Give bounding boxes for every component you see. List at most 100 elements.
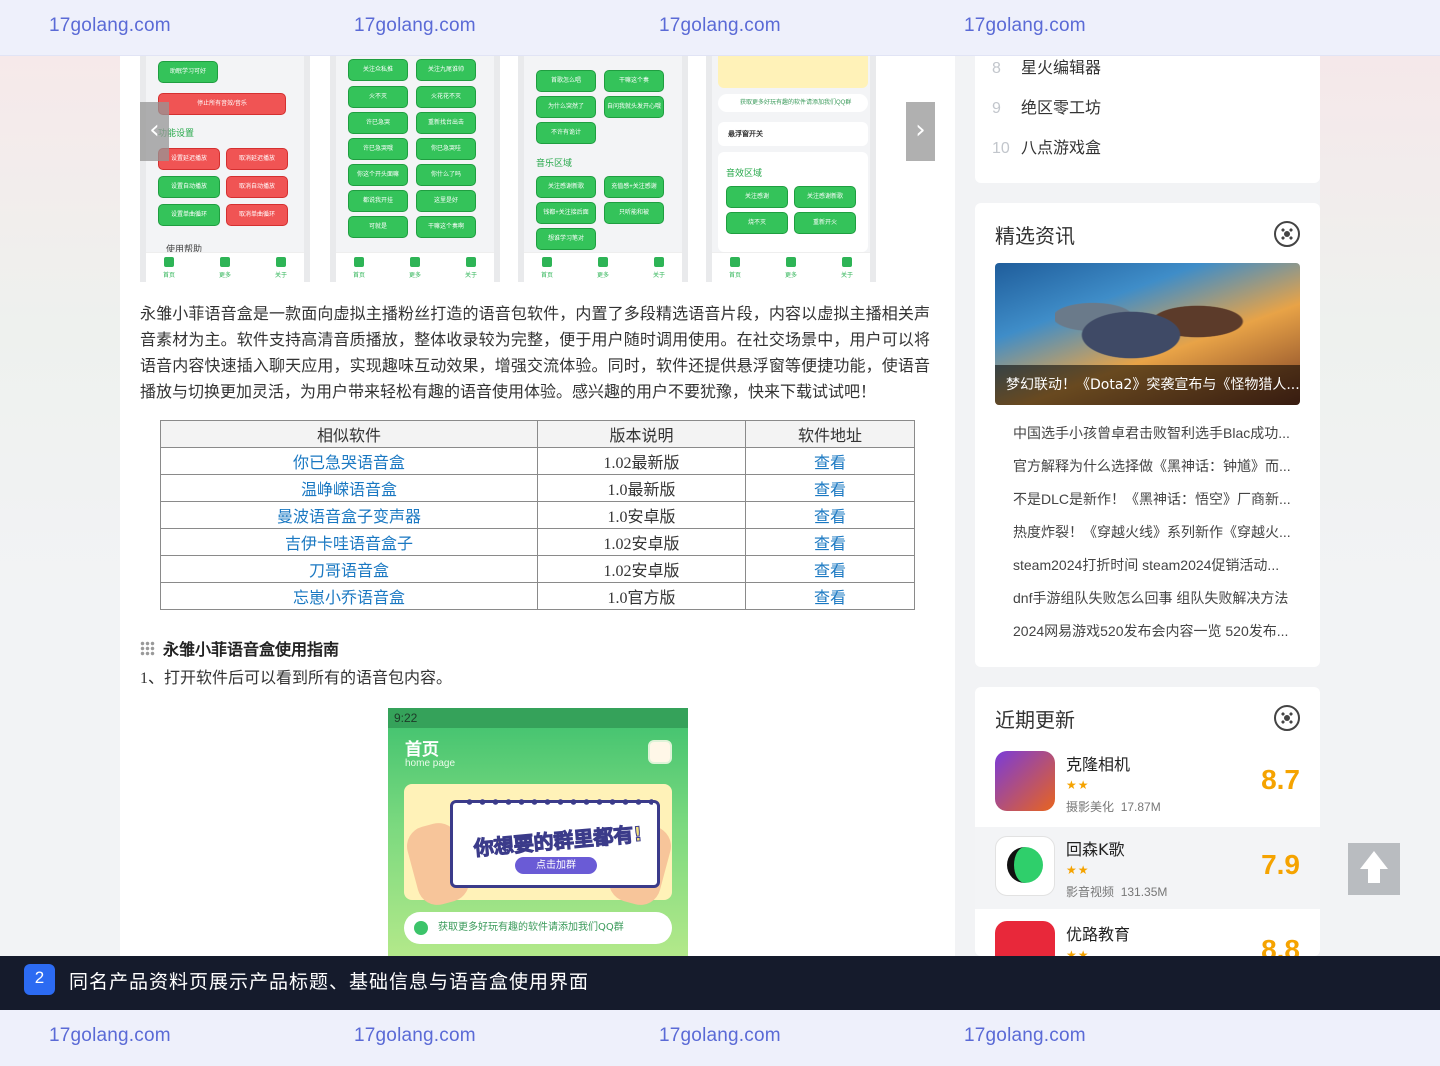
more-icon[interactable] [1274, 221, 1300, 247]
screen-nav-bar: 首页 更多 关于 [712, 252, 870, 282]
panel-title: 近期更新 [995, 708, 1075, 732]
app-list-item[interactable]: 回森K歌 ★★ 影音视频 131.35M 7.9 [975, 827, 1320, 909]
table-row: 忘崽小乔语音盒 1.0官方版 查看 [160, 582, 915, 610]
gallery-prev-button[interactable]: ‹ [140, 102, 169, 161]
gallery-next-button[interactable]: › [906, 102, 935, 161]
app-icon-mark [1007, 847, 1043, 883]
screen-button: 你什么了吗 [416, 164, 476, 186]
similar-software-link[interactable]: 温峥嵘语音盒 [301, 482, 397, 499]
more-icon[interactable] [1274, 705, 1300, 731]
view-link[interactable]: 查看 [814, 536, 846, 553]
screen-nav-bar: 首页 更多 关于 [336, 252, 494, 282]
screen-nav-bar: 首页 更多 关于 [524, 252, 682, 282]
table-row: 曼波语音盒子变声器 1.0安卓版 查看 [160, 501, 915, 529]
address-cell: 查看 [745, 528, 915, 556]
watermark-text: 17golang.com [354, 1025, 476, 1046]
banner-slogan: 你想要的群里都有! [472, 821, 644, 861]
app-list-item[interactable]: 优路教育 ★★ 8.8 [975, 912, 1320, 956]
nav-label: 更多 [597, 273, 610, 279]
join-group-button[interactable]: 点击加群 [515, 857, 597, 874]
gallery-screenshot[interactable]: 助眠学习可好 停止所有音效/音乐 功能设置 设置延迟播放 取消延迟播放 设置自动… [140, 56, 310, 282]
user-icon [654, 257, 664, 267]
screen-button: 都说我开挂 [348, 190, 408, 212]
app-list-item[interactable]: 克隆相机 ★★ 摄影美化 17.87M 8.7 [975, 742, 1320, 824]
more-icon [786, 257, 796, 267]
news-item[interactable]: dnf手游组队失败怎么回事 组队失败解决方法 [1013, 588, 1303, 608]
guide-title: 永雏小菲语音盒使用指南 [163, 642, 340, 659]
qq-group-notice: 获取更多好玩有趣的软件请添加我们QQ群 [404, 912, 672, 944]
gallery-screenshot[interactable]: 首歌怎么唱 干嘛这个奏 为什么突然了 自问我就头发开心哦 不许有诡计 音乐区域 … [518, 56, 688, 282]
similar-software-link[interactable]: 曼波语音盒子变声器 [277, 509, 421, 526]
news-item[interactable]: 不是DLC是新作！《黑神话：悟空》厂商新... [1013, 489, 1303, 509]
nav-label: 首页 [353, 273, 366, 279]
address-cell: 查看 [745, 555, 915, 583]
column-header: 相似软件 [160, 420, 538, 448]
similar-software-cell: 你已急哭语音盒 [160, 447, 538, 475]
banner-board: 你想要的群里都有! 点击加群 [450, 797, 660, 888]
similar-software-link[interactable]: 吉伊卡哇语音盒子 [285, 536, 413, 553]
app-name: 克隆相机 [1066, 755, 1131, 774]
screen-button: 干嘛这个奏 [604, 70, 664, 92]
version-cell: 1.02最新版 [537, 447, 746, 475]
view-link[interactable]: 查看 [814, 482, 846, 499]
view-link[interactable]: 查看 [814, 509, 846, 526]
view-link[interactable]: 查看 [814, 455, 846, 472]
address-cell: 查看 [745, 582, 915, 610]
similar-software-link[interactable]: 你已急哭语音盒 [293, 455, 405, 472]
board-rings [463, 797, 653, 807]
ranking-list: 8 星火编辑器 9 绝区零工坊 10 八点游戏盒 [975, 40, 1320, 183]
screen-button: 关注感谢新歌 [536, 176, 596, 198]
more-icon [598, 257, 608, 267]
screen-button: 许巳急哭哦 [348, 138, 408, 160]
screen-button: 只听能和被 [604, 202, 664, 224]
list-item[interactable]: 10 八点游戏盒 [992, 134, 1101, 158]
similar-software-link[interactable]: 忘崽小乔语音盒 [293, 590, 405, 607]
page-background-right [1320, 56, 1440, 956]
rank-title: 星火编辑器 [1021, 60, 1102, 77]
news-item[interactable]: 官方解释为什么选择做《黑神话：钟馗》而... [1013, 456, 1303, 476]
screen-button: 可就是 [348, 216, 408, 238]
home-icon [542, 257, 552, 267]
back-to-top-button[interactable] [1348, 843, 1400, 895]
guide-step: 1、打开软件后可以看到所有的语音包内容。 [140, 670, 453, 687]
rank-number: 9 [992, 100, 1001, 117]
screen-button: 自问我就头发开心哦 [604, 96, 664, 118]
similar-software-cell: 曼波语音盒子变声器 [160, 501, 538, 529]
version-cell: 1.0最新版 [537, 474, 746, 502]
view-link[interactable]: 查看 [814, 590, 846, 607]
screen-button: 关注感谢新歌 [794, 186, 856, 208]
list-item[interactable]: 8 星火编辑器 [992, 54, 1101, 78]
banner-image [718, 56, 868, 88]
similar-software-link[interactable]: 刀哥语音盒 [309, 563, 389, 580]
watermark-text: 17golang.com [964, 1025, 1086, 1046]
product-description: 永雏小菲语音盒是一款面向虚拟主播粉丝打造的语音包软件，内置了多段精选语音片段，内… [140, 306, 930, 401]
screen-button: 关注众私推 [348, 59, 408, 81]
watermark-text: 17golang.com [49, 15, 171, 36]
screen-button: 你这个开头面嘛 [348, 164, 408, 186]
app-score: 8.7 [1261, 764, 1300, 795]
address-cell: 查看 [745, 474, 915, 502]
gallery-screenshot[interactable]: 关注众私推 关注九尾谁帅 火不灭 火花花不灭 许巳急哭 重新找台出击 许巳急哭哦… [330, 56, 500, 282]
floating-window-toggle-row[interactable]: 悬浮窗开关 [718, 122, 868, 146]
screen-button: 不许有诡计 [536, 122, 596, 144]
recent-updates-panel: 近期更新 克隆相机 ★★ 摄影美化 17.87M 8.7 回森K歌 ★★ 影音视… [975, 687, 1320, 956]
view-link[interactable]: 查看 [814, 563, 846, 580]
chevron-right-icon: › [915, 115, 926, 145]
table-header-row: 相似软件 版本说明 软件地址 [160, 420, 915, 448]
grid-icon [140, 640, 155, 656]
app-size: 131.35M [1120, 885, 1168, 899]
app-name: 回森K歌 [1066, 840, 1125, 859]
screen-nav-bar: 首页 更多 关于 [146, 252, 304, 282]
star-rating: ★★ [1066, 948, 1090, 956]
status-time: 9:22 [394, 711, 418, 725]
panel-title: 精选资讯 [995, 224, 1075, 248]
featured-news-image[interactable]: 梦幻联动！《Dota2》突袭宣布与《怪物猎人... [995, 263, 1300, 405]
gallery-screenshot[interactable]: 获取更多好玩有趣的软件请添加我们QQ群 悬浮窗开关 音效区域 关注感谢 关注感谢… [706, 56, 876, 282]
news-item[interactable]: steam2024打折时间 steam2024促销活动... [1013, 555, 1303, 575]
news-item[interactable]: 2024网易游戏520发布会内容一览 520发布... [1013, 621, 1303, 641]
news-item[interactable]: 中国选手小孩曾卓君击败智利选手Blac成功... [1013, 423, 1303, 443]
nav-label: 关于 [653, 273, 666, 279]
news-item[interactable]: 热度炸裂！《穿越火线》系列新作《穿越火... [1013, 522, 1303, 542]
list-item[interactable]: 9 绝区零工坊 [992, 94, 1101, 118]
screen-button: 关注九尾谁帅 [416, 59, 476, 81]
